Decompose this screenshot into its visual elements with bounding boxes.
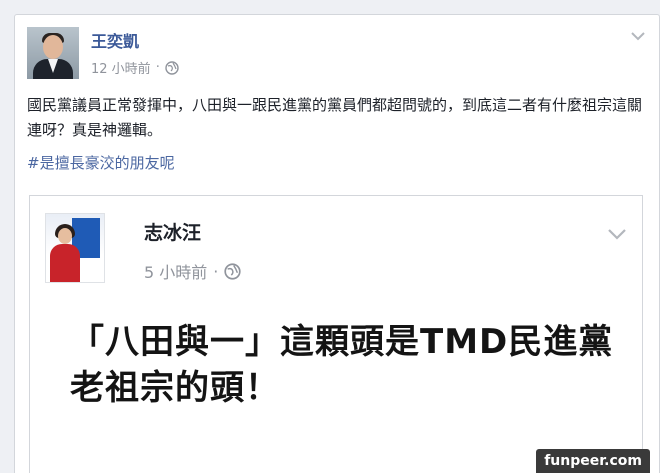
hashtag-link[interactable]: #是擅長豪洨的朋友呢 bbox=[27, 152, 175, 173]
globe-icon bbox=[224, 262, 242, 280]
post-body-text: 國民黨議員正常發揮中，八田與一跟民進黨的黨員們都超問號的，到底這二者有什麼祖宗這… bbox=[27, 96, 643, 139]
shared-post-timestamp[interactable]: 5 小時前 bbox=[144, 259, 207, 283]
shared-post: 志冰汪 5 小時前 · 「八田與一」這顆頭是TMD民進黨老祖宗的頭！ bbox=[29, 195, 643, 473]
shared-meta-separator: · bbox=[213, 261, 219, 281]
shared-post-content: 「八田與一」這顆頭是TMD民進黨老祖宗的頭！ bbox=[70, 322, 614, 408]
post-meta: 12 小時前 · bbox=[91, 58, 179, 77]
chevron-down-icon[interactable] bbox=[606, 226, 628, 242]
globe-icon bbox=[165, 60, 179, 75]
author-name-link[interactable]: 王奕凱 bbox=[91, 28, 139, 52]
author-avatar[interactable] bbox=[27, 27, 79, 79]
chevron-down-icon[interactable] bbox=[629, 29, 647, 43]
screenshot-root: 王奕凱 12 小時前 · 國民黨議員正常發揮中，八田與一跟民進黨的黨員們都超問號… bbox=[0, 0, 660, 473]
shared-post-meta: 5 小時前 · bbox=[144, 259, 242, 283]
facebook-post: 王奕凱 12 小時前 · 國民黨議員正常發揮中，八田與一跟民進黨的黨員們都超問號… bbox=[14, 14, 660, 473]
shared-author-name-link[interactable]: 志冰汪 bbox=[144, 218, 201, 245]
watermark: funpeer.com bbox=[536, 449, 650, 473]
meta-separator: · bbox=[155, 60, 160, 75]
shared-author-avatar[interactable] bbox=[45, 213, 105, 283]
post-timestamp[interactable]: 12 小時前 bbox=[91, 58, 151, 77]
